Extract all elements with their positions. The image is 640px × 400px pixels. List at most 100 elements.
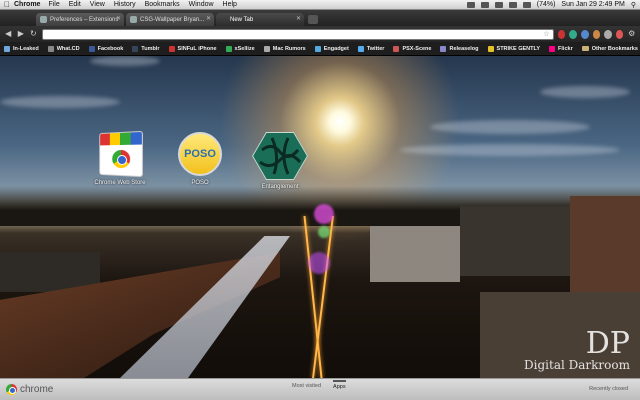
extension-icon[interactable] — [592, 29, 601, 39]
mac-menubar:  Chrome File Edit View History Bookmark… — [0, 0, 640, 10]
spotlight-icon[interactable]: ⚲ — [631, 1, 636, 9]
bookmark-sinful-iphone[interactable]: SINFuL iPhone — [168, 45, 217, 52]
building — [460, 206, 570, 276]
menu-window[interactable]: Window — [189, 1, 214, 8]
tab-preferences[interactable]: Preferences – Extensions ✕ — [36, 13, 124, 26]
wifi-icon[interactable] — [508, 1, 517, 8]
extension-icon[interactable] — [557, 29, 566, 39]
close-tab-icon[interactable]: ✕ — [206, 15, 211, 22]
tab-wallpaper[interactable]: CSG-Wallpaper Bryan... ✕ — [126, 13, 214, 26]
bookmark-favicon — [357, 45, 364, 52]
cloud — [0, 96, 120, 108]
omnibox-input[interactable]: ☆ — [41, 28, 554, 40]
back-icon[interactable]: ◀ — [4, 29, 13, 39]
bookmark-label: What.CD — [56, 45, 80, 52]
bookmark-twitter[interactable]: Twitter — [357, 45, 385, 52]
menu-app-name[interactable]: Chrome — [14, 1, 40, 8]
tab-label: CSG-Wallpaper Bryan... — [140, 16, 205, 23]
bookmark-label: Tumblr — [141, 45, 160, 52]
tab-label: Preferences – Extensions — [50, 16, 119, 23]
bookmark-psx-scene[interactable]: PSX-Scene — [393, 45, 432, 52]
app-poso[interactable]: POSO POSO — [168, 132, 232, 186]
menu-edit[interactable]: Edit — [69, 1, 81, 8]
close-tab-icon[interactable]: ✕ — [296, 15, 301, 22]
folder-icon — [581, 46, 589, 51]
menu-file[interactable]: File — [48, 1, 59, 8]
watermark-monogram: DP — [585, 326, 630, 361]
tab-strip: Preferences – Extensions ✕ CSG-Wallpaper… — [0, 10, 640, 26]
recently-closed-menu[interactable]: Recently closed — [589, 386, 628, 392]
rail — [303, 216, 323, 378]
bookmark-favicon — [393, 45, 400, 52]
extension-icon[interactable] — [615, 29, 624, 39]
digital-darkroom-watermark: DP Digital Darkroom — [524, 326, 630, 373]
tab-new-tab[interactable]: New Tab ✕ — [216, 13, 304, 26]
volume-icon[interactable] — [522, 1, 531, 8]
apple-menu-icon[interactable]:  — [0, 0, 14, 9]
chrome-wordmark: chrome — [20, 384, 54, 395]
bookmark-what-cd[interactable]: What.CD — [47, 45, 80, 52]
tab-favicon — [40, 16, 47, 23]
bookmark-favicon — [47, 45, 54, 52]
bookmark-label: Flickr — [558, 45, 573, 52]
extension-icon[interactable] — [580, 29, 589, 39]
cloud — [400, 144, 620, 156]
new-tab-footer: chrome Most visited Apps Recently closed — [0, 378, 640, 400]
bookmark-engadget[interactable]: Engadget — [314, 45, 349, 52]
bookmark-favicon — [132, 45, 139, 52]
menu-history[interactable]: History — [114, 1, 136, 8]
bookmark-label: PSX-Scene — [402, 45, 432, 52]
bookmark-label: Mac Rumors — [272, 45, 306, 52]
bookmark-mac-rumors[interactable]: Mac Rumors — [263, 45, 306, 52]
menu-help[interactable]: Help — [223, 1, 237, 8]
menu-bookmarks[interactable]: Bookmarks — [145, 1, 180, 8]
bookmark-facebook[interactable]: Facebook — [88, 45, 123, 52]
menubar-tray: (74%) Sun Jan 29 2:49 PM ⚲ — [466, 1, 640, 9]
tray-icon[interactable] — [466, 1, 475, 8]
forward-icon[interactable]: ▶ — [17, 29, 26, 39]
bookmark-favicon — [88, 45, 95, 52]
lens-flare — [308, 252, 330, 274]
bookmark-label: SINFuL iPhone — [177, 45, 217, 52]
bookmark-favicon — [487, 45, 494, 52]
app-label: Entanglement — [261, 184, 299, 190]
bookmark-label: Twitter — [366, 45, 385, 52]
rail — [312, 216, 334, 378]
chrome-web-store-icon — [99, 130, 143, 178]
wrench-menu-icon[interactable]: ⚙ — [627, 29, 636, 39]
app-label: POSO — [191, 180, 209, 186]
tab-favicon — [130, 16, 137, 23]
extension-icon[interactable] — [604, 29, 612, 39]
cloud — [430, 120, 590, 134]
lens-flare — [314, 204, 334, 224]
bookmark-flickr[interactable]: Flickr — [549, 45, 573, 52]
bookmark-xsellize[interactable]: xSellize — [225, 45, 255, 52]
chrome-logo-icon — [6, 384, 17, 395]
store-awning — [100, 131, 142, 146]
nav-apps[interactable]: Apps — [333, 380, 346, 390]
bookmark-tumblr[interactable]: Tumblr — [132, 45, 160, 52]
nav-most-visited[interactable]: Most visited — [292, 383, 321, 390]
tray-icon[interactable] — [494, 1, 503, 8]
reload-icon[interactable]: ↻ — [29, 29, 38, 39]
app-chrome-web-store[interactable]: Chrome Web Store — [88, 130, 152, 186]
bookmark-releaselog[interactable]: Releaselog — [440, 45, 479, 52]
app-entanglement[interactable]: Entanglement — [248, 132, 312, 190]
menu-view[interactable]: View — [90, 1, 105, 8]
other-bookmarks-folder[interactable]: Other Bookmarks — [581, 46, 638, 52]
bookmark-strike-gently[interactable]: STRIKE GENTLY — [487, 45, 540, 52]
new-tab-button[interactable] — [308, 15, 318, 24]
bookmarks-bar: In-Leaked What.CD Facebook Tumblr SINFuL… — [0, 42, 640, 56]
bookmark-label: In-Leaked — [13, 45, 39, 52]
tray-icon[interactable] — [480, 1, 489, 8]
battery-status[interactable]: (74%) — [537, 1, 556, 8]
poso-icon: POSO — [178, 132, 222, 176]
close-tab-icon[interactable]: ✕ — [116, 15, 121, 22]
watermark-text: Digital Darkroom — [524, 358, 630, 372]
bookmark-label: Engadget — [323, 45, 349, 52]
menubar-clock[interactable]: Sun Jan 29 2:49 PM — [561, 1, 624, 8]
bookmark-favicon — [549, 45, 556, 52]
bookmark-in-leaked[interactable]: In-Leaked — [4, 45, 39, 52]
bookmark-star-icon[interactable]: ☆ — [543, 30, 549, 39]
extension-icon[interactable] — [569, 29, 577, 39]
